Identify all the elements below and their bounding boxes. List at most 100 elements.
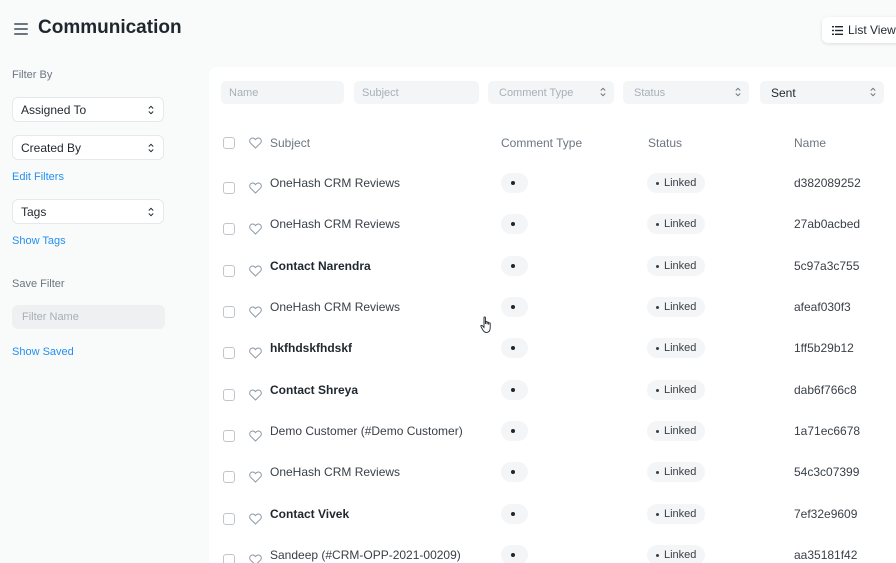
column-header-status[interactable]: Status bbox=[648, 136, 682, 150]
status-badge-label: Linked bbox=[664, 260, 697, 272]
row-subject-link[interactable]: hkfhdskfhdskf bbox=[270, 341, 352, 355]
status-badge: Linked bbox=[647, 173, 706, 193]
column-header-subject[interactable]: Subject bbox=[270, 136, 310, 150]
row-name-value: d382089252 bbox=[794, 176, 861, 190]
list-icon bbox=[832, 25, 843, 35]
page-title: Communication bbox=[38, 17, 182, 38]
chevron-up-down-icon bbox=[600, 87, 606, 97]
status-badge-label: Linked bbox=[664, 177, 697, 189]
status-badge-label: Linked bbox=[664, 218, 697, 230]
name-filter-input[interactable] bbox=[221, 81, 344, 104]
row-subject-link[interactable]: OneHash CRM Reviews bbox=[270, 300, 400, 314]
row-checkbox[interactable] bbox=[223, 513, 235, 525]
dot-icon bbox=[656, 429, 659, 433]
row-checkbox[interactable] bbox=[223, 306, 235, 318]
dot-icon bbox=[511, 553, 515, 557]
sent-filter-label: Sent bbox=[771, 85, 796, 100]
status-badge: Linked bbox=[647, 545, 706, 563]
heart-icon[interactable] bbox=[249, 182, 262, 194]
heart-icon[interactable] bbox=[249, 137, 262, 149]
status-badge: Linked bbox=[647, 214, 706, 234]
status-badge-label: Linked bbox=[664, 384, 697, 396]
column-header-name[interactable]: Name bbox=[794, 136, 826, 150]
subject-filter-input[interactable] bbox=[354, 81, 479, 104]
heart-icon[interactable] bbox=[249, 306, 262, 318]
status-badge-label: Linked bbox=[664, 466, 697, 478]
comment-type-indicator bbox=[501, 504, 528, 524]
edit-filters-link[interactable]: Edit Filters bbox=[12, 171, 64, 183]
dot-icon bbox=[656, 388, 659, 392]
dot-icon bbox=[656, 512, 659, 516]
status-badge: Linked bbox=[647, 380, 706, 400]
created-by-select[interactable]: Created By bbox=[12, 135, 164, 160]
assigned-to-label: Assigned To bbox=[21, 102, 87, 117]
tags-label: Tags bbox=[21, 204, 47, 219]
dot-icon bbox=[511, 181, 515, 185]
heart-icon[interactable] bbox=[249, 389, 262, 401]
dot-icon bbox=[656, 264, 659, 268]
status-filter-select[interactable]: Status bbox=[623, 81, 749, 104]
status-badge: Linked bbox=[647, 504, 706, 524]
comment-type-indicator bbox=[501, 545, 528, 563]
row-name-value: 7ef32e9609 bbox=[794, 507, 858, 521]
status-badge-label: Linked bbox=[664, 342, 697, 354]
status-badge: Linked bbox=[647, 421, 706, 441]
row-subject-link[interactable]: OneHash CRM Reviews bbox=[270, 176, 400, 190]
row-subject-link[interactable]: Contact Shreya bbox=[270, 383, 358, 397]
comment-type-indicator bbox=[501, 173, 528, 193]
heart-icon[interactable] bbox=[249, 223, 262, 235]
dot-icon bbox=[511, 429, 515, 433]
dot-icon bbox=[656, 346, 659, 350]
row-subject-link[interactable]: OneHash CRM Reviews bbox=[270, 465, 400, 479]
heart-icon[interactable] bbox=[249, 554, 262, 563]
heart-icon[interactable] bbox=[249, 471, 262, 483]
filter-by-heading: Filter By bbox=[12, 69, 53, 81]
row-checkbox[interactable] bbox=[223, 389, 235, 401]
chevron-up-down-icon bbox=[870, 87, 876, 97]
column-header-comment-type[interactable]: Comment Type bbox=[501, 136, 582, 150]
dot-icon bbox=[656, 305, 659, 309]
status-badge: Linked bbox=[647, 338, 706, 358]
row-checkbox[interactable] bbox=[223, 554, 235, 563]
show-tags-link[interactable]: Show Tags bbox=[12, 235, 66, 247]
row-checkbox[interactable] bbox=[223, 430, 235, 442]
comment-type-indicator bbox=[501, 421, 528, 441]
filter-name-input[interactable] bbox=[12, 305, 165, 329]
tags-select[interactable]: Tags bbox=[12, 199, 164, 224]
dot-icon bbox=[511, 512, 515, 516]
status-badge: Linked bbox=[647, 297, 706, 317]
show-saved-link[interactable]: Show Saved bbox=[12, 346, 74, 358]
row-subject-link[interactable]: OneHash CRM Reviews bbox=[270, 217, 400, 231]
menu-icon[interactable] bbox=[14, 23, 28, 35]
heart-icon[interactable] bbox=[249, 347, 262, 359]
status-badge: Linked bbox=[647, 256, 706, 276]
created-by-label: Created By bbox=[21, 140, 82, 155]
select-all-checkbox[interactable] bbox=[223, 137, 235, 149]
status-filter-label: Status bbox=[634, 86, 666, 99]
chevron-up-down-icon bbox=[735, 87, 741, 97]
row-checkbox[interactable] bbox=[223, 223, 235, 235]
row-checkbox[interactable] bbox=[223, 265, 235, 277]
comment-type-indicator bbox=[501, 380, 528, 400]
status-badge-label: Linked bbox=[664, 508, 697, 520]
heart-icon[interactable] bbox=[249, 513, 262, 525]
dot-icon bbox=[656, 181, 659, 185]
row-name-value: 1a71ec6678 bbox=[794, 424, 861, 438]
row-name-value: 5c97a3c755 bbox=[794, 259, 860, 273]
row-subject-link[interactable]: Demo Customer (#Demo Customer) bbox=[270, 424, 463, 438]
list-view-button[interactable]: List View bbox=[822, 17, 896, 43]
sent-filter-select[interactable]: Sent bbox=[760, 81, 884, 104]
comment-type-indicator bbox=[501, 256, 528, 276]
row-checkbox[interactable] bbox=[223, 471, 235, 483]
comment-type-filter-select[interactable]: Comment Type bbox=[488, 81, 614, 104]
row-subject-link[interactable]: Sandeep (#CRM-OPP-2021-00209) bbox=[270, 548, 461, 562]
row-subject-link[interactable]: Contact Vivek bbox=[270, 507, 349, 521]
row-subject-link[interactable]: Contact Narendra bbox=[270, 259, 371, 273]
assigned-to-select[interactable]: Assigned To bbox=[12, 97, 164, 122]
row-checkbox[interactable] bbox=[223, 182, 235, 194]
heart-icon[interactable] bbox=[249, 430, 262, 442]
dot-icon bbox=[656, 553, 659, 557]
dot-icon bbox=[511, 222, 515, 226]
heart-icon[interactable] bbox=[249, 265, 262, 277]
row-checkbox[interactable] bbox=[223, 347, 235, 359]
